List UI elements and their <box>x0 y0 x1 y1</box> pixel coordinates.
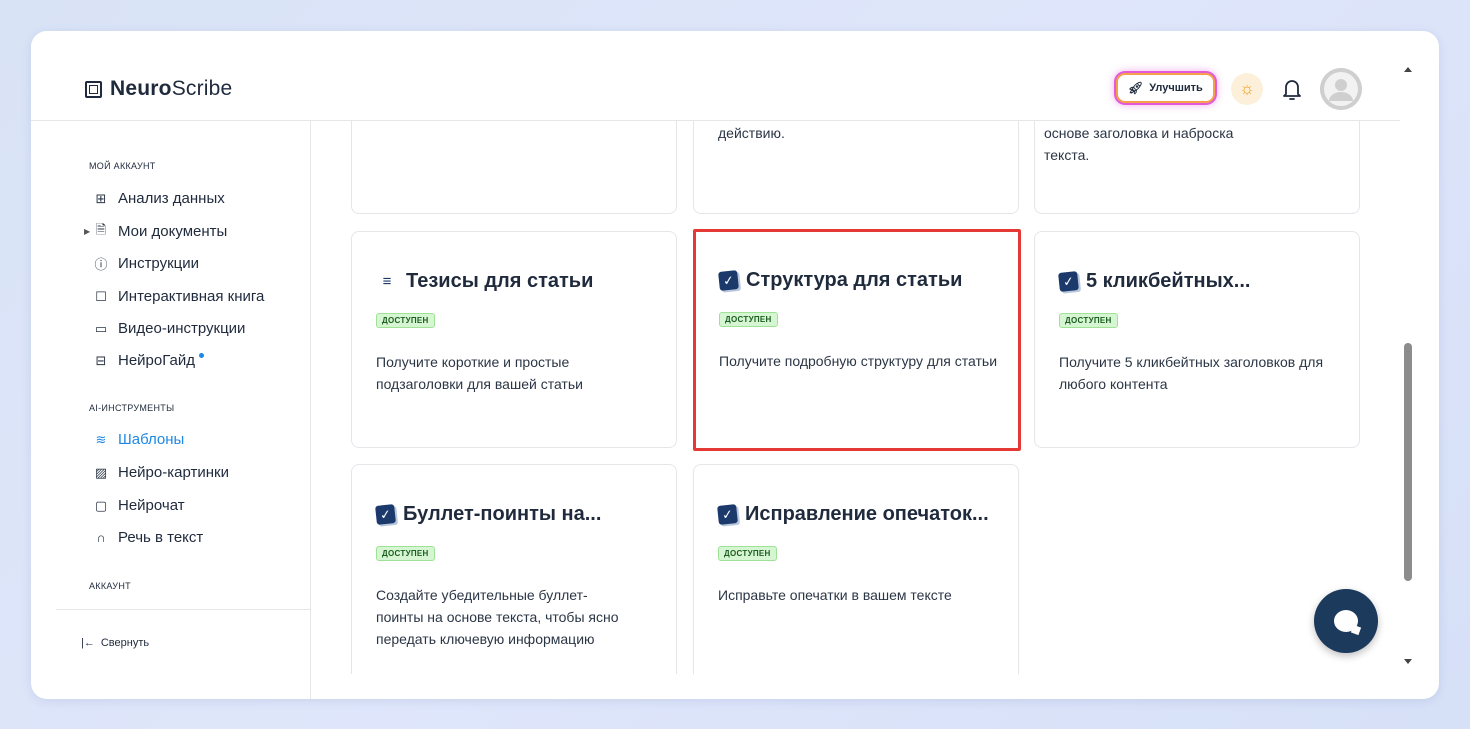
video-icon: ▭ <box>94 320 108 336</box>
layers-icon: ≋ <box>95 431 107 447</box>
book-icon: ☐ <box>95 288 107 304</box>
sidebar-item-label: Интерактивная книга <box>118 288 265 305</box>
card-title: ✓ Структура для статьи <box>718 269 962 292</box>
card-title: ✓ Исправление опечаток... <box>717 503 989 526</box>
upgrade-button[interactable]: 🚀︎ Улучшить <box>1116 73 1215 103</box>
card-description: действию. <box>718 125 785 141</box>
logo-text: NeuroScribe <box>110 77 233 100</box>
chat-bubble-icon <box>1334 610 1358 632</box>
user-icon <box>1320 68 1362 110</box>
sidebar-item-interactive-book[interactable]: ☐ Интерактивная книга <box>93 288 264 305</box>
sidebar-item-video-instructions[interactable]: ▭ Видео-инструкции <box>93 320 246 337</box>
status-badge: ДОСТУПЕН <box>376 546 435 561</box>
sidebar-item-templates[interactable]: ≋ Шаблоны <box>93 431 185 448</box>
sidebar-item-speech-to-text[interactable]: ∩ Речь в текст <box>93 529 203 546</box>
upgrade-label: Улучшить <box>1149 82 1203 94</box>
new-indicator-dot <box>199 353 204 358</box>
rocket-icon: 🚀︎ <box>1128 81 1144 95</box>
template-card-clickbait[interactable]: ✓ 5 кликбейтных... ДОСТУПЕН Получите 5 к… <box>1034 231 1360 448</box>
card-description: текста. <box>1044 147 1090 163</box>
sun-icon: ☼ <box>1239 79 1255 98</box>
template-card-theses[interactable]: ≡ Тезисы для статьи ДОСТУПЕН Получите ко… <box>351 231 677 448</box>
chat-icon: ▢ <box>94 497 108 513</box>
checkbox-icon: ✓ <box>375 504 396 525</box>
card-description: Создайте убедительные буллет-поинты на о… <box>376 587 619 647</box>
checkbox-icon: ✓ <box>718 270 739 291</box>
vertical-scrollbar[interactable] <box>1400 61 1420 671</box>
section-account: АККАУНТ <box>89 581 131 591</box>
card-description: Исправьте опечатки в вашем тексте <box>718 587 952 603</box>
sidebar-item-label: Шаблоны <box>118 431 185 448</box>
sidebar: МОЙ АККАУНТ ⊞ Анализ данных ▶ 🗎︎ Мои док… <box>56 121 311 699</box>
scroll-up-arrow-icon[interactable] <box>1404 67 1412 72</box>
document-icon: 🗎︎ <box>95 221 107 237</box>
sidebar-item-label: Видео-инструкции <box>118 320 246 337</box>
sidebar-divider <box>56 609 310 610</box>
card-title: ✓ Буллет-поинты на... <box>375 503 601 526</box>
template-card[interactable]: основе заголовка и наброска текста. <box>1034 121 1360 214</box>
notifications-button[interactable] <box>1279 75 1305 103</box>
status-badge: ДОСТУПЕН <box>376 313 435 328</box>
sidebar-item-neuro-images[interactable]: ▨ Нейро-картинки <box>93 464 229 481</box>
collapse-sidebar-button[interactable]: |← Свернуть <box>81 637 149 649</box>
section-my-account: МОЙ АККАУНТ <box>89 161 156 171</box>
bell-icon <box>1283 80 1301 100</box>
sidebar-item-label: Анализ данных <box>118 190 225 207</box>
sidebar-item-neurochat[interactable]: ▢ Нейрочат <box>93 497 185 514</box>
status-badge: ДОСТУПЕН <box>1059 313 1118 328</box>
template-card-article-structure[interactable]: ✓ Структура для статьи ДОСТУПЕН Получите… <box>693 229 1021 451</box>
card-description: Получите подробную структуру для статьи <box>719 353 998 369</box>
collapse-label: Свернуть <box>100 637 150 649</box>
logo-icon <box>85 80 102 98</box>
templates-grid: действию. основе заголовка и наброска те… <box>312 121 1400 674</box>
card-title: ≡ Тезисы для статьи <box>376 270 594 293</box>
card-description: основе заголовка и наброска <box>1044 125 1234 141</box>
card-description: Получите короткие и простые подзаголовки… <box>376 354 583 392</box>
sidebar-item-label: Речь в текст <box>118 529 204 546</box>
logo[interactable]: NeuroScribe <box>85 77 232 101</box>
scroll-down-arrow-icon[interactable] <box>1404 659 1412 664</box>
template-card[interactable]: действию. <box>693 121 1019 214</box>
chevron-right-icon[interactable]: ▶ <box>84 227 90 236</box>
sidebar-item-neuroguide[interactable]: ⊟ НейроГайд <box>93 352 204 369</box>
sidebar-item-label: НейроГайд <box>118 352 195 369</box>
sidebar-item-label: Нейрочат <box>118 497 185 514</box>
sidebar-item-label: Нейро-картинки <box>118 464 229 481</box>
template-card[interactable] <box>351 121 677 214</box>
checkbox-icon: ✓ <box>1058 271 1079 292</box>
sidebar-item-my-documents[interactable]: 🗎︎ Мои документы <box>93 221 228 241</box>
scrollbar-thumb[interactable] <box>1404 343 1412 581</box>
theme-toggle-button[interactable]: ☼ <box>1231 73 1263 105</box>
card-description: Получите 5 кликбейтных заголовков для лю… <box>1059 354 1324 392</box>
sidebar-item-label: Мои документы <box>118 223 228 240</box>
top-header: NeuroScribe 🚀︎ Улучшить ☼ <box>31 31 1400 121</box>
headphones-icon: ∩ <box>96 530 106 545</box>
image-icon: ▨ <box>94 464 108 480</box>
numbered-list-icon: ≡ <box>382 273 392 290</box>
collapse-icon: |← <box>81 637 95 649</box>
help-icon: ⓘ <box>94 257 108 272</box>
app-window: NeuroScribe 🚀︎ Улучшить ☼ МОЙ АККАУНТ ⊞ … <box>31 31 1439 699</box>
sidebar-item-instructions[interactable]: ⓘ Инструкции <box>93 255 199 272</box>
template-card-bullet-points[interactable]: ✓ Буллет-поинты на... ДОСТУПЕН Создайте … <box>351 464 677 674</box>
guide-icon: ⊟ <box>95 352 107 368</box>
card-title: ✓ 5 кликбейтных... <box>1058 270 1250 293</box>
status-badge: ДОСТУПЕН <box>718 546 777 561</box>
section-ai-tools: AI-ИНСТРУМЕНТЫ <box>89 403 175 413</box>
checkbox-icon: ✓ <box>717 504 738 525</box>
template-card-typo-fix[interactable]: ✓ Исправление опечаток... ДОСТУПЕН Испра… <box>693 464 1019 674</box>
sidebar-item-label: Инструкции <box>118 255 200 272</box>
grid-icon: ⊞ <box>95 190 107 206</box>
support-chat-button[interactable] <box>1314 589 1378 653</box>
sidebar-item-data-analysis[interactable]: ⊞ Анализ данных <box>93 190 225 207</box>
status-badge: ДОСТУПЕН <box>719 312 778 327</box>
avatar[interactable] <box>1320 68 1362 110</box>
